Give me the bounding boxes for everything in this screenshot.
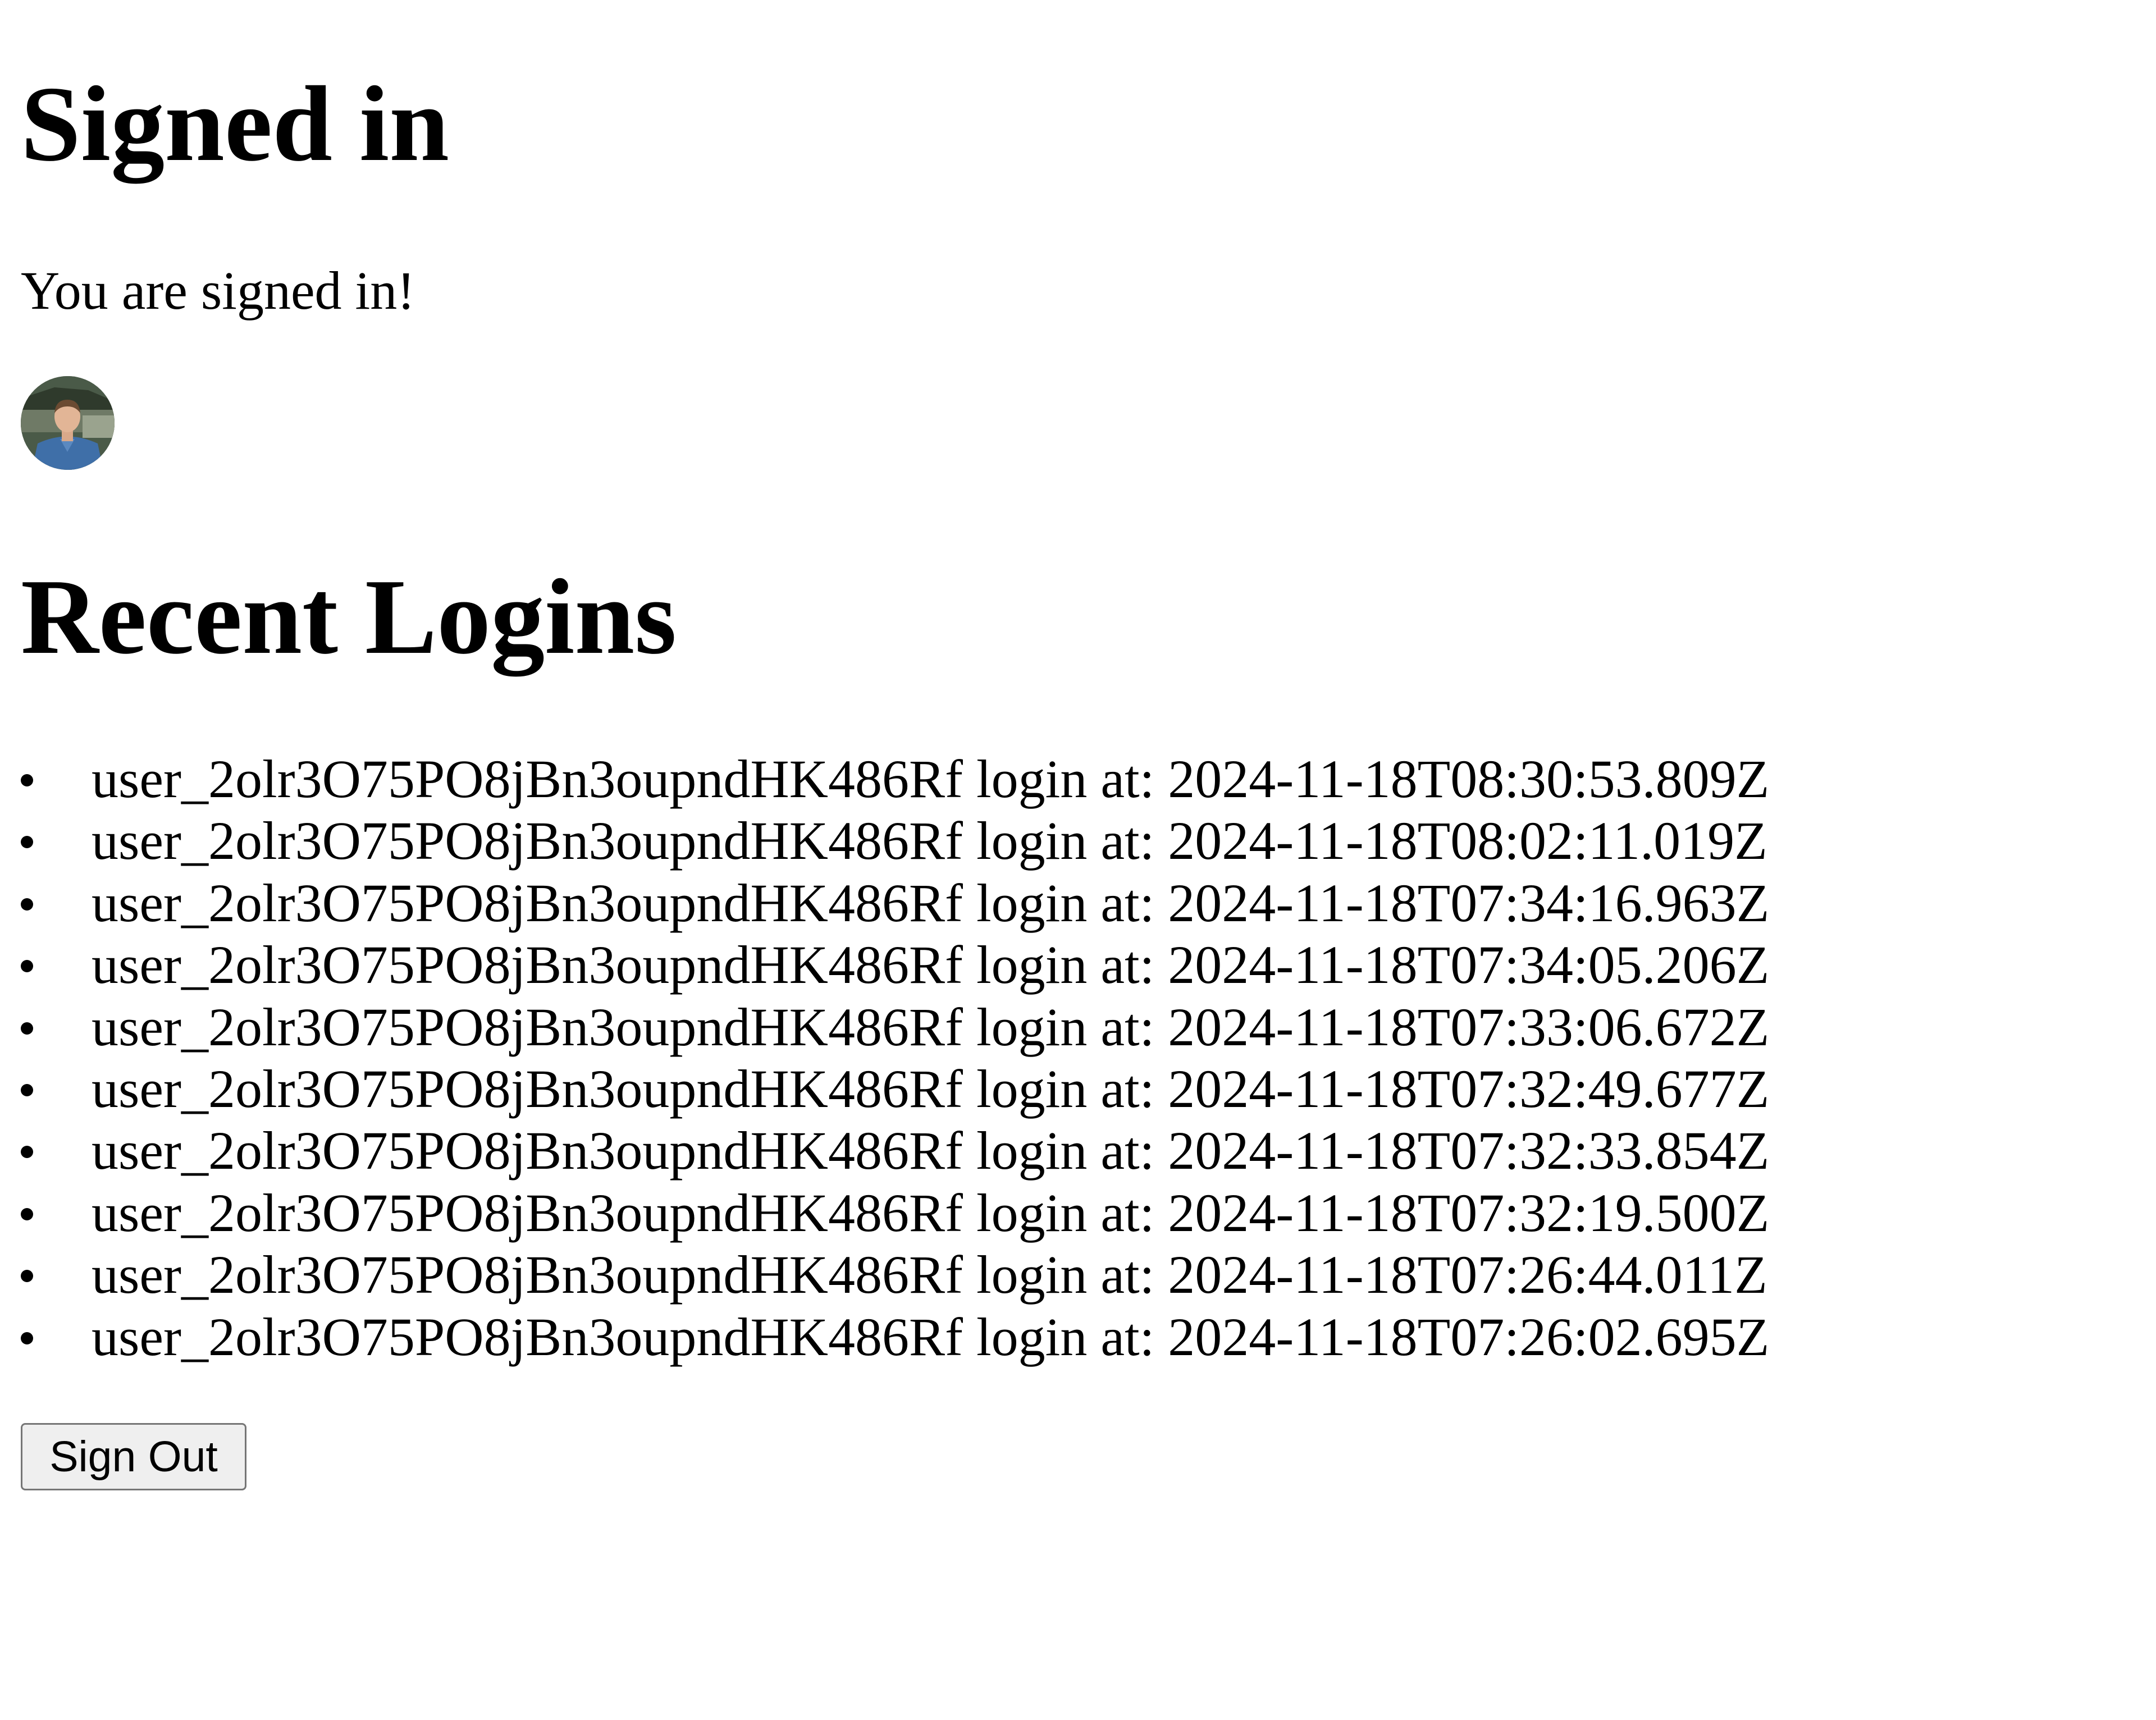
sign-out-button[interactable]: Sign Out	[21, 1423, 246, 1490]
list-item: user_2olr3O75PO8jBn3oupndHK486Rf login a…	[21, 1306, 1874, 1368]
list-item: user_2olr3O75PO8jBn3oupndHK486Rf login a…	[21, 1244, 1874, 1306]
login-entry: user_2olr3O75PO8jBn3oupndHK486Rf login a…	[92, 811, 1767, 871]
list-item: user_2olr3O75PO8jBn3oupndHK486Rf login a…	[21, 934, 1874, 996]
login-entry: user_2olr3O75PO8jBn3oupndHK486Rf login a…	[92, 1058, 1770, 1119]
page-title: Signed in	[21, 64, 450, 184]
signed-in-message: You are signed in!	[21, 260, 415, 321]
login-entry: user_2olr3O75PO8jBn3oupndHK486Rf login a…	[92, 749, 1770, 809]
recent-logins-title: Recent Logins	[21, 557, 677, 676]
avatar	[21, 376, 115, 470]
bullet-icon	[21, 898, 33, 911]
bullet-icon	[21, 1083, 33, 1096]
bullet-icon	[21, 1207, 33, 1220]
bullet-icon	[21, 1270, 33, 1283]
bullet-icon	[21, 1332, 33, 1344]
bullet-icon	[21, 836, 33, 849]
login-entry: user_2olr3O75PO8jBn3oupndHK486Rf login a…	[92, 1306, 1770, 1367]
bullet-icon	[21, 960, 33, 973]
login-entry: user_2olr3O75PO8jBn3oupndHK486Rf login a…	[92, 1120, 1770, 1181]
login-entry: user_2olr3O75PO8jBn3oupndHK486Rf login a…	[92, 1182, 1770, 1243]
list-item: user_2olr3O75PO8jBn3oupndHK486Rf login a…	[21, 1120, 1874, 1182]
bullet-icon	[21, 1146, 33, 1159]
list-item: user_2olr3O75PO8jBn3oupndHK486Rf login a…	[21, 996, 1874, 1058]
login-entry: user_2olr3O75PO8jBn3oupndHK486Rf login a…	[92, 935, 1770, 995]
list-item: user_2olr3O75PO8jBn3oupndHK486Rf login a…	[21, 748, 1874, 810]
login-entry: user_2olr3O75PO8jBn3oupndHK486Rf login a…	[92, 1245, 1767, 1305]
login-entry: user_2olr3O75PO8jBn3oupndHK486Rf login a…	[92, 872, 1770, 933]
list-item: user_2olr3O75PO8jBn3oupndHK486Rf login a…	[21, 1182, 1874, 1244]
bullet-icon	[21, 774, 33, 786]
list-item: user_2olr3O75PO8jBn3oupndHK486Rf login a…	[21, 1058, 1874, 1120]
bullet-icon	[21, 1022, 33, 1035]
login-entry: user_2olr3O75PO8jBn3oupndHK486Rf login a…	[92, 996, 1770, 1057]
recent-logins-list: user_2olr3O75PO8jBn3oupndHK486Rf login a…	[21, 748, 1874, 1368]
list-item: user_2olr3O75PO8jBn3oupndHK486Rf login a…	[21, 872, 1874, 934]
user-avatar-photo-icon	[21, 376, 115, 470]
list-item: user_2olr3O75PO8jBn3oupndHK486Rf login a…	[21, 810, 1874, 872]
